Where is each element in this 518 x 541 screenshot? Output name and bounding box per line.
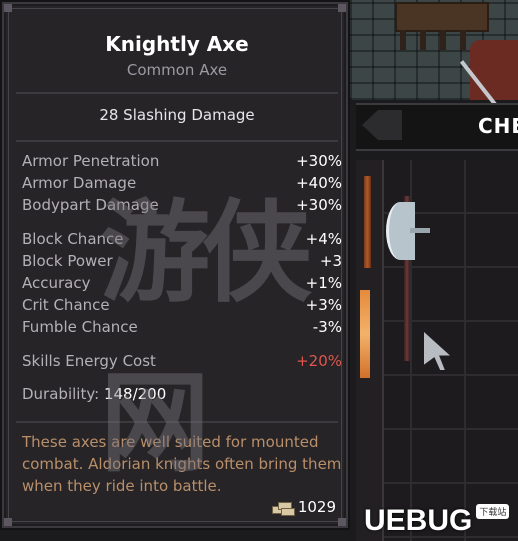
stat-row-crit-chance: Crit Chance +3%: [22, 295, 342, 315]
stat-row-accuracy: Accuracy +1%: [22, 273, 342, 293]
item-name: Knightly Axe: [105, 32, 249, 56]
stat-value: +4%: [305, 230, 342, 248]
divider: [16, 140, 338, 142]
watermark-badge: 下载站: [476, 504, 510, 519]
stat-value: +3%: [305, 296, 342, 314]
watermark-logo: UEBUG 下载站: [364, 500, 518, 541]
stat-row-fumble-chance: Fumble Chance -3%: [22, 317, 342, 337]
guard-character: [470, 40, 518, 100]
stat-value-negative: +20%: [296, 352, 342, 370]
bench-legs: [400, 30, 480, 50]
stat-label: Block Power: [22, 252, 113, 270]
price-value: 1029: [297, 498, 336, 516]
stat-row-armor-damage: Armor Damage +40%: [22, 173, 342, 193]
stat-label: Skills Energy Cost: [22, 352, 156, 370]
stat-row-skills-energy-cost: Skills Energy Cost +20%: [22, 351, 342, 371]
stat-value: +30%: [296, 152, 342, 170]
stat-value: -3%: [312, 318, 342, 336]
inventory-panel-title: CHE: [478, 114, 518, 138]
frame-corner: [4, 518, 12, 526]
item-damage: 28 Slashing Damage: [99, 106, 255, 124]
stat-value: +1%: [305, 274, 342, 292]
divider: [16, 421, 338, 423]
stat-row-block-chance: Block Chance +4%: [22, 229, 342, 249]
stat-label: Crit Chance: [22, 296, 110, 314]
stat-row-armor-penetration: Armor Penetration +30%: [22, 151, 342, 171]
divider: [16, 92, 338, 94]
frame-corner: [338, 518, 346, 526]
item-description: These axes are well suited for mounted c…: [22, 431, 347, 497]
description-line: These axes are well suited for mounted: [22, 433, 319, 451]
stat-label: Armor Penetration: [22, 152, 160, 170]
stat-label: Block Chance: [22, 230, 124, 248]
stat-value: +3: [319, 252, 342, 270]
inventory-item-torch-icon[interactable]: [360, 290, 370, 378]
item-tooltip: Knightly Axe Common Axe 28 Slashing Dama…: [0, 0, 350, 530]
description-line: when they ride into battle.: [22, 477, 222, 495]
stat-value: +40%: [296, 174, 342, 192]
item-type: Common Axe: [126, 61, 228, 79]
frame-corner: [4, 4, 12, 12]
stat-row-bodypart-damage: Bodypart Damage +30%: [22, 195, 342, 215]
stat-label: Bodypart Damage: [22, 196, 159, 214]
coin-stack-icon: [271, 500, 295, 516]
axe-spike: [410, 228, 430, 233]
stat-row-block-power: Block Power +3: [22, 251, 342, 271]
stat-label: Armor Damage: [22, 174, 137, 192]
durability-value: 148/200: [103, 385, 167, 403]
durability: Durability: 148/200: [22, 385, 166, 403]
item-price: 1029: [271, 498, 336, 516]
wooden-bench: [395, 2, 489, 32]
watermark-logo-text: UEBUG: [364, 503, 473, 537]
frame-corner: [338, 4, 346, 12]
stat-label: Fumble Chance: [22, 318, 138, 336]
durability-label: Durability:: [22, 385, 100, 403]
inventory-item-staff-icon[interactable]: [364, 176, 371, 268]
description-line: combat. Aldorian knights often bring the…: [22, 455, 342, 473]
stat-label: Accuracy: [22, 274, 91, 292]
stat-value: +30%: [296, 196, 342, 214]
